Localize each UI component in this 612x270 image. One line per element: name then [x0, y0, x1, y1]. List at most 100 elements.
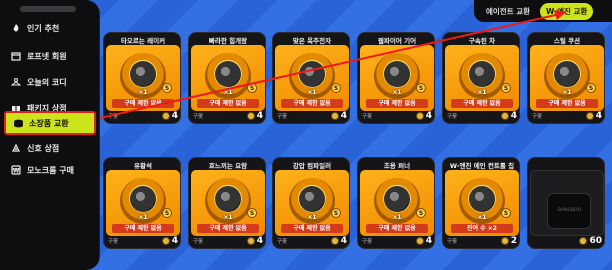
- item-title: 구속된 차: [468, 37, 496, 45]
- item-core-icon: [384, 61, 410, 87]
- item-card[interactable]: 스틸 쿠션 S ×1 구매 제한 없음 구꽃 4: [527, 32, 605, 124]
- item-card[interactable]: 빠라한 힘개랑 S ×1 구매 제한 없음 구꽃 4: [188, 32, 266, 124]
- item-footer: 구꽃 4: [532, 110, 602, 121]
- sidebar-item-ropenet-member[interactable]: 로프넷 회원: [4, 44, 96, 68]
- sidebar-item-label: 오늘의 코디: [27, 77, 67, 87]
- item-card[interactable]: 웹파이어 기어 S ×1 구매 제한 없음 구꽃 4: [357, 32, 435, 124]
- price: 4: [415, 236, 432, 246]
- price-value: 4: [256, 235, 263, 246]
- item-footer: 구꽃 4: [193, 235, 263, 246]
- item-quantity: ×1: [477, 214, 487, 221]
- price: 4: [161, 235, 178, 246]
- sidebar: 인기 추천 로프넷 회원 오늘의 코디 패키지 상점 소장품 교환 신호 상점 …: [0, 0, 100, 270]
- item-badge: 구꽃: [362, 113, 373, 120]
- item-badge: 구꽃: [447, 113, 458, 120]
- item-card[interactable]: 조용 퍼너 S ×1 구매 제한 없음 구꽃 4: [357, 157, 435, 249]
- price-value: 4: [595, 110, 602, 121]
- item-quantity: ×1: [392, 89, 402, 96]
- item-quantity: ×1: [223, 89, 233, 96]
- item-title: 맞은 옥주전자: [292, 37, 332, 45]
- price: 4: [161, 110, 178, 121]
- coin-icon: [415, 236, 424, 245]
- item-core-icon: [554, 61, 580, 87]
- svg-text:₩: ₩: [13, 168, 20, 175]
- item-title: 조용 퍼너: [383, 162, 411, 170]
- price-value: 4: [171, 235, 178, 246]
- item-art: S ×1 구매 제한 없음: [360, 45, 434, 111]
- coin-icon: [161, 236, 170, 245]
- item-footer: 구꽃 4: [277, 235, 347, 246]
- purchase-limit-label: 잔여 수 ×2: [451, 224, 513, 233]
- price-value: 4: [340, 110, 347, 121]
- item-card[interactable]: 강압 컴파일러 S ×1 구매 제한 없음 구꽃 4: [272, 157, 350, 249]
- sidebar-item-label: 소장품 교환: [29, 118, 69, 128]
- item-footer: 60: [532, 235, 602, 246]
- sidebar-item-signal-store[interactable]: 신호 상점: [4, 136, 96, 160]
- item-quantity: ×1: [138, 89, 148, 96]
- price: 4: [330, 110, 347, 121]
- price: 2: [500, 235, 517, 246]
- item-footer: 구꽃 4: [108, 235, 178, 246]
- fire-icon: [10, 22, 22, 34]
- purchase-limit-label: 구매 제한 없음: [366, 99, 428, 108]
- item-card[interactable]: W-엔진 에인 컨트롤 칩 S ×1 잔여 수 ×2 구꽃 2: [442, 157, 520, 249]
- item-art: S ×1 구매 제한 없음: [360, 170, 434, 236]
- item-card[interactable]: 유황석 S ×1 구매 제한 없음 구꽃 4: [103, 157, 181, 249]
- coin-icon: [330, 111, 339, 120]
- item-quantity: ×1: [138, 214, 148, 221]
- purchase-limit-label: 구매 제한 없음: [197, 99, 259, 108]
- price: 4: [415, 111, 432, 121]
- price: 4: [330, 235, 347, 246]
- item-art: S ×1 구매 제한 없음: [191, 170, 265, 236]
- hanger-icon: [10, 76, 22, 88]
- item-core-icon: [130, 61, 156, 87]
- price: 4: [246, 111, 263, 121]
- sidebar-item-monochrome-purchase[interactable]: ₩ 모노크롬 구매: [4, 158, 96, 182]
- item-title: 타오르는 레이커: [120, 37, 166, 45]
- item-footer: 구꽃 4: [277, 110, 347, 121]
- signal-icon: [10, 142, 22, 154]
- coin-icon: [330, 236, 339, 245]
- item-title: W-엔진 에인 컨트롤 칩: [449, 162, 515, 170]
- item-art: S ×1 구매 제한 없음: [530, 45, 604, 111]
- item-art: S ×1 구매 제한 없음: [191, 45, 265, 111]
- purchase-limit-label: 구매 제한 없음: [281, 99, 343, 108]
- item-card[interactable]: BANGBOO 60: [527, 157, 605, 249]
- price-value: 2: [510, 235, 517, 246]
- item-core-icon: [384, 186, 410, 212]
- item-card[interactable]: 흐느끼는 요람 S ×1 구매 제한 없음 구꽃 4: [188, 157, 266, 249]
- item-core-icon: [469, 61, 495, 87]
- purchase-limit-label: 구매 제한 없음: [112, 99, 174, 108]
- item-card[interactable]: 맞은 옥주전자 S ×1 구매 제한 없음 구꽃 4: [272, 32, 350, 124]
- item-core-icon: [215, 61, 241, 87]
- item-title: 유황석: [134, 162, 152, 170]
- price-value: 4: [171, 110, 178, 121]
- price: 60: [579, 236, 602, 246]
- price-value: 4: [340, 235, 347, 246]
- sidebar-item-collectible-exchange[interactable]: 소장품 교환: [4, 111, 96, 135]
- sidebar-item-todays-outfit[interactable]: 오늘의 코디: [4, 70, 96, 94]
- sidebar-item-label: 신호 상점: [27, 143, 60, 153]
- coin-icon: [246, 111, 255, 120]
- price: 4: [246, 235, 263, 246]
- coin-icon: [579, 236, 588, 245]
- item-art: S ×1 잔여 수 ×2: [445, 170, 519, 236]
- item-card[interactable]: 타오르는 레이커 S ×1 구매 제한 없음 구꽃 4: [103, 32, 181, 124]
- item-core-icon: [299, 186, 325, 212]
- price-value: 4: [510, 110, 517, 121]
- item-core-icon: [469, 186, 495, 212]
- coin-icon: [585, 111, 594, 120]
- item-card[interactable]: 구속된 차 S ×1 구매 제한 없음 구꽃 4: [442, 32, 520, 124]
- item-badge: 구꽃: [532, 113, 543, 120]
- sidebar-item-popular[interactable]: 인기 추천: [4, 16, 96, 40]
- sidebar-item-label: 인기 추천: [27, 23, 60, 33]
- item-badge: 구꽃: [447, 238, 458, 245]
- sidebar-item-label: 모노크롬 구매: [27, 165, 74, 175]
- tab-w-engine-exchange[interactable]: W-엔진 교환: [540, 2, 594, 20]
- purchase-limit-label: 구매 제한 없음: [112, 224, 174, 233]
- tab-agent-exchange[interactable]: 에이전트 교환: [480, 3, 536, 20]
- item-footer: 구꽃 4: [362, 110, 432, 121]
- coin-icon: [161, 111, 170, 120]
- item-badge: 구꽃: [108, 238, 119, 245]
- purchase-limit-label: 구매 제한 없음: [451, 99, 513, 108]
